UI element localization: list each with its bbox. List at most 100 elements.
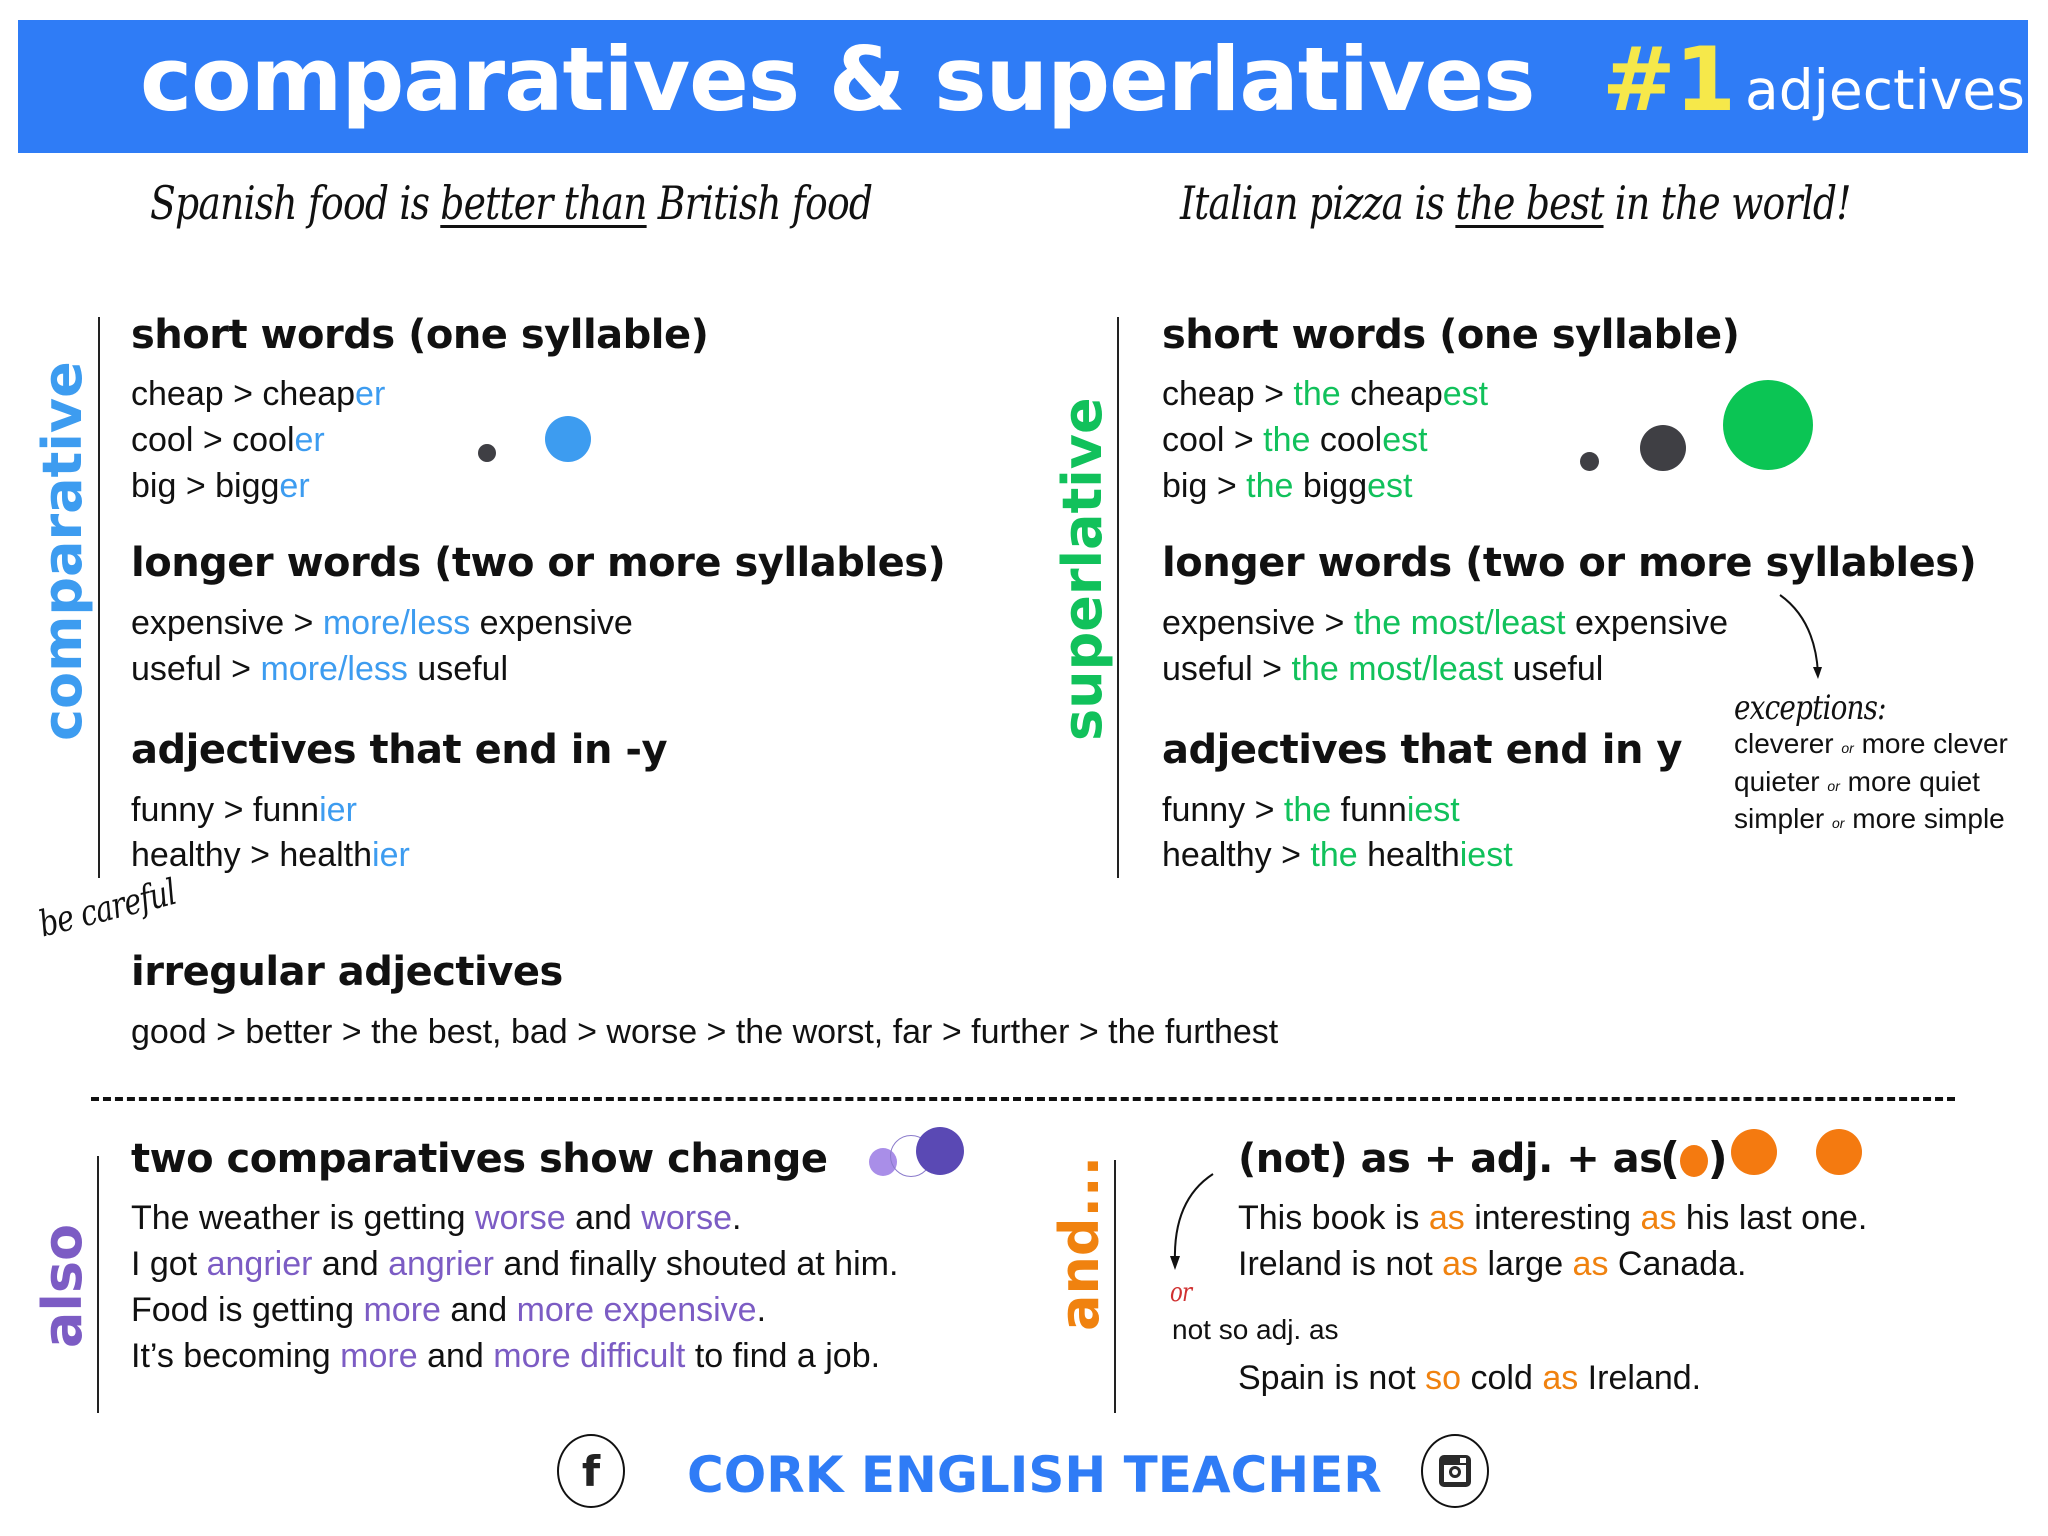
comparative-example-sentence: Spanish food is better than British food xyxy=(150,176,873,230)
highlighted-word: as xyxy=(1442,1245,1479,1283)
example-sentence: This book is as interesting as his last … xyxy=(1238,1199,1867,1245)
sentence-text: The weather is getting xyxy=(131,1199,475,1237)
sentence-part: Spanish food is xyxy=(150,176,441,230)
sentence-text: Food is getting xyxy=(131,1291,364,1329)
comparative-example-row: cheap > cheaper xyxy=(131,375,386,413)
irregular-examples: good > better > the best, bad > worse > … xyxy=(131,1013,1279,1051)
sentence-text: and xyxy=(312,1245,389,1283)
sentence-text: . xyxy=(756,1291,767,1329)
comparative-example-row: expensive > more/less expensive xyxy=(131,604,633,642)
highlighted-word: more xyxy=(363,1291,441,1329)
highlighted-word: as xyxy=(1542,1359,1579,1397)
comparative-long-heading: longer words (two or more syllables) xyxy=(131,540,946,586)
exceptions-label: exceptions: xyxy=(1734,688,1887,728)
sentence-part: Italian pizza is xyxy=(1180,176,1456,230)
instagram-icon xyxy=(1439,1455,1471,1487)
superlative-example-row: useful > the most/least useful xyxy=(1162,650,1604,688)
exception-row: simpler or more simple xyxy=(1734,803,2005,834)
page-subtitle: adjectives xyxy=(1745,58,2025,122)
also-sentences: The weather is getting worse and worse. I… xyxy=(131,1199,898,1383)
superlative-short-heading: short words (one syllable) xyxy=(1162,312,1740,358)
alternative-arrow-icon xyxy=(1170,1173,1214,1270)
comparative-divider xyxy=(98,317,100,878)
instagram-button[interactable] xyxy=(1421,1434,1489,1508)
also-label: also xyxy=(31,1223,94,1349)
sentence-text: Canada. xyxy=(1608,1245,1747,1283)
highlighted-word: angrier xyxy=(206,1245,313,1283)
brand-name: CORK ENGLISH TEACHER xyxy=(687,1446,1382,1504)
sentence-text: interesting xyxy=(1464,1199,1641,1237)
sentence-text: his last one. xyxy=(1676,1199,1868,1237)
facebook-icon: f xyxy=(581,1446,601,1496)
sentence-text: cold xyxy=(1461,1359,1543,1397)
highlighted-word: more difficult xyxy=(493,1337,686,1375)
orange-dot-icon xyxy=(1816,1129,1862,1175)
superlative-example-sentence: Italian pizza is the best in the world! xyxy=(1180,176,1851,230)
irregular-heading: irregular adjectives xyxy=(131,949,563,995)
as-as-heading: (not) as + adj. + as xyxy=(1238,1136,1663,1182)
highlighted-word: worse xyxy=(474,1199,566,1237)
comparative-example-row: cool > cooler xyxy=(131,421,325,459)
superlative-y-heading: adjectives that end in y xyxy=(1162,727,1682,773)
facebook-button[interactable]: f xyxy=(557,1434,625,1508)
highlighted-word: as xyxy=(1428,1199,1465,1237)
superlative-divider xyxy=(1117,317,1119,878)
exception-row: cleverer or more clever xyxy=(1734,728,2008,759)
highlighted-word: more expensive xyxy=(516,1291,757,1329)
example-sentence: Ireland is not as large as Canada. xyxy=(1238,1245,1867,1291)
dark-circle-icon xyxy=(916,1127,964,1175)
superlative-example-row: expensive > the most/least expensive xyxy=(1162,604,1729,642)
biggest-dot-icon xyxy=(1723,380,1813,470)
comparative-example-row: useful > more/less useful xyxy=(131,650,509,688)
or-label: or xyxy=(1170,1278,1192,1308)
sentence-text: This book is xyxy=(1238,1199,1429,1237)
not-so-sentence: Spain is not so cold as Ireland. xyxy=(1238,1359,1701,1398)
superlative-example-row: big > the biggest xyxy=(1162,467,1413,505)
comparative-example-row: funny > funnier xyxy=(131,791,357,829)
bracket-dot-icon: () xyxy=(1660,1133,1728,1184)
highlighted-word: more xyxy=(340,1337,418,1375)
sentence-text: Ireland is not xyxy=(1238,1245,1443,1283)
and-divider xyxy=(1114,1160,1116,1413)
exceptions-arrow-icon xyxy=(1779,594,1822,679)
example-sentence: Food is getting more and more expensive. xyxy=(131,1291,898,1337)
comparative-example-row: healthy > healthier xyxy=(131,836,410,874)
sentence-text: Spain is not xyxy=(1238,1359,1426,1397)
orange-dot-icon xyxy=(1731,1129,1777,1175)
example-sentence: The weather is getting worse and worse. xyxy=(131,1199,898,1245)
superlative-example-row: healthy > the healthiest xyxy=(1162,836,1513,874)
comparative-short-heading: short words (one syllable) xyxy=(131,312,709,358)
highlighted-word: worse xyxy=(641,1199,732,1237)
superlative-example-row: funny > the funniest xyxy=(1162,791,1460,829)
sentence-text: Ireland. xyxy=(1578,1359,1702,1397)
sentence-text: It’s becoming xyxy=(131,1337,341,1375)
example-sentence: It’s becoming more and more difficult to… xyxy=(131,1337,898,1383)
and-label: and... xyxy=(1048,1155,1111,1331)
comparative-y-heading: adjectives that end in -y xyxy=(131,727,668,773)
superlative-long-heading: longer words (two or more syllables) xyxy=(1162,540,1977,586)
underlined-phrase: better than xyxy=(440,176,647,230)
superlative-example-row: cheap > the cheapest xyxy=(1162,375,1489,413)
sentence-part: British food xyxy=(646,176,873,230)
small-dot-icon xyxy=(1580,452,1599,471)
highlighted-word: as xyxy=(1640,1199,1677,1237)
highlighted-word: so xyxy=(1425,1359,1462,1397)
sentence-text: and xyxy=(565,1199,642,1237)
sentence-text: to find a job. xyxy=(685,1337,881,1375)
as-as-sentences: This book is as interesting as his last … xyxy=(1238,1199,1867,1291)
sentence-text: and finally shouted at him. xyxy=(493,1245,899,1283)
superlative-example-row: cool > the coolest xyxy=(1162,421,1428,459)
comparative-example-row: big > bigger xyxy=(131,467,310,505)
be-careful-note: be careful xyxy=(35,871,181,946)
sentence-part: in the world! xyxy=(1603,176,1852,230)
also-divider xyxy=(97,1156,99,1413)
sentence-text: . xyxy=(732,1199,742,1237)
section-divider xyxy=(91,1097,1955,1101)
sentence-text: and xyxy=(440,1291,517,1329)
underlined-phrase: the best xyxy=(1455,176,1604,230)
example-sentence: I got angrier and angrier and finally sh… xyxy=(131,1245,898,1291)
bigger-dot-icon xyxy=(545,416,591,462)
comparative-label: comparative xyxy=(31,361,94,741)
highlighted-word: as xyxy=(1572,1245,1609,1283)
not-so-heading: not so adj. as xyxy=(1172,1314,1339,1345)
